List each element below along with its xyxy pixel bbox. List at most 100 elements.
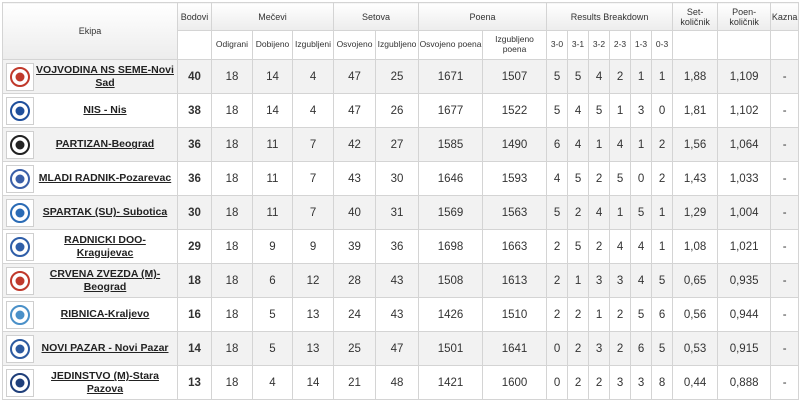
result-3-1-cell: 2 bbox=[567, 297, 590, 332]
header-penalty-sub bbox=[770, 30, 800, 60]
result-3-1-cell: 5 bbox=[567, 229, 590, 264]
result-0-3-cell: 5 bbox=[651, 331, 674, 366]
sets-won-cell: 47 bbox=[333, 93, 377, 128]
radnicki-logo[interactable] bbox=[6, 232, 34, 261]
result-3-0-cell: 2 bbox=[546, 297, 569, 332]
header-point-ratio-sub bbox=[717, 30, 772, 60]
result-3-2-cell: 2 bbox=[588, 365, 611, 400]
sets-lost-cell: 43 bbox=[375, 263, 420, 298]
played-cell: 18 bbox=[211, 127, 253, 162]
team-name-link[interactable]: NIS - Nis bbox=[36, 104, 174, 116]
lost-cell: 13 bbox=[291, 331, 335, 366]
crvena-zvezda-logo[interactable] bbox=[6, 266, 34, 295]
result-3-2-cell: 5 bbox=[588, 93, 611, 128]
point-ratio-cell: 1,021 bbox=[717, 229, 772, 264]
header-sets-won[interactable]: Osvojeno bbox=[333, 30, 377, 60]
sets-won-cell: 43 bbox=[333, 161, 377, 196]
played-cell: 18 bbox=[211, 59, 253, 94]
jedinstvo-logo[interactable] bbox=[6, 368, 34, 397]
sets-won-cell: 47 bbox=[333, 59, 377, 94]
points-cell: 38 bbox=[177, 93, 212, 128]
team-cell: CRVENA ZVEZDA (M)-Beograd bbox=[2, 263, 178, 298]
points-lost-cell: 1563 bbox=[482, 195, 548, 230]
header-result-1-3[interactable]: 1-3 bbox=[630, 30, 653, 60]
header-result-3-0[interactable]: 3-0 bbox=[546, 30, 569, 60]
header-points-lost[interactable]: Izgubljeno poena bbox=[482, 30, 548, 60]
set-ratio-cell: 0,44 bbox=[672, 365, 719, 400]
team-name-link[interactable]: PARTIZAN-Beograd bbox=[36, 138, 174, 150]
header-lost[interactable]: Izgubljeni bbox=[291, 30, 335, 60]
ribnica-logo[interactable] bbox=[6, 300, 34, 329]
point-ratio-cell: 0,935 bbox=[717, 263, 772, 298]
result-0-3-cell: 1 bbox=[651, 229, 674, 264]
table-row: NIS - Nis 38 18 14 4 47 26 1677 1522 5 4 5 1 3 0 1,81 1,… bbox=[2, 93, 800, 128]
won-cell: 4 bbox=[252, 365, 293, 400]
played-cell: 18 bbox=[211, 365, 253, 400]
lost-cell: 12 bbox=[291, 263, 335, 298]
header-result-3-2[interactable]: 3-2 bbox=[588, 30, 611, 60]
team-name-link[interactable]: VOJVODINA NS SEME-Novi Sad bbox=[36, 64, 174, 88]
won-cell: 14 bbox=[252, 93, 293, 128]
header-points-scored: Poena bbox=[418, 2, 548, 31]
team-name-link[interactable]: NOVI PAZAR - Novi Pazar bbox=[36, 342, 174, 354]
set-ratio-cell: 1,56 bbox=[672, 127, 719, 162]
team-name-link[interactable]: RIBNICA-Kraljevo bbox=[36, 308, 174, 320]
points-lost-cell: 1641 bbox=[482, 331, 548, 366]
table-row: JEDINSTVO (M)-Stara Pazova 13 18 4 14 21 48 142… bbox=[2, 365, 800, 400]
header-point-ratio[interactable]: Poen-količnik bbox=[717, 2, 772, 31]
lost-cell: 13 bbox=[291, 297, 335, 332]
played-cell: 18 bbox=[211, 263, 253, 298]
header-points-won[interactable]: Osvojeno poena bbox=[418, 30, 484, 60]
points-won-cell: 1421 bbox=[418, 365, 484, 400]
header-points[interactable]: Bodovi bbox=[177, 2, 212, 31]
points-won-cell: 1585 bbox=[418, 127, 484, 162]
lost-cell: 4 bbox=[291, 59, 335, 94]
novi-pazar-logo[interactable] bbox=[6, 334, 34, 363]
header-sets-lost[interactable]: Izgubljeno bbox=[375, 30, 420, 60]
spartak-logo[interactable] bbox=[6, 198, 34, 227]
won-cell: 6 bbox=[252, 263, 293, 298]
result-1-3-cell: 3 bbox=[630, 365, 653, 400]
header-result-2-3[interactable]: 2-3 bbox=[609, 30, 632, 60]
result-3-2-cell: 1 bbox=[588, 127, 611, 162]
team-name-link[interactable]: JEDINSTVO (M)-Stara Pazova bbox=[36, 370, 174, 394]
team-cell: NIS - Nis bbox=[2, 93, 178, 128]
result-2-3-cell: 1 bbox=[609, 93, 632, 128]
result-3-1-cell: 2 bbox=[567, 365, 590, 400]
vojvodina-logo[interactable] bbox=[6, 62, 34, 91]
result-3-1-cell: 5 bbox=[567, 59, 590, 94]
header-played[interactable]: Odigrani bbox=[211, 30, 253, 60]
header-team[interactable]: Ekipa bbox=[2, 2, 178, 60]
nis-logo[interactable] bbox=[6, 96, 34, 125]
standings-table: Ekipa Bodovi Mečevi Setova Poena Results… bbox=[2, 2, 800, 400]
team-name-link[interactable]: SPARTAK (SU)- Subotica bbox=[36, 206, 174, 218]
mladi-radnik-logo[interactable] bbox=[6, 164, 34, 193]
result-2-3-cell: 5 bbox=[609, 161, 632, 196]
team-name-link[interactable]: CRVENA ZVEZDA (M)-Beograd bbox=[36, 268, 174, 292]
points-won-cell: 1646 bbox=[418, 161, 484, 196]
point-ratio-cell: 1,064 bbox=[717, 127, 772, 162]
table-row: MLADI RADNIK-Pozarevac 36 18 11 7 43 30 1646 159… bbox=[2, 161, 800, 196]
result-2-3-cell: 2 bbox=[609, 331, 632, 366]
header-won[interactable]: Dobijeno bbox=[252, 30, 293, 60]
standings-body: VOJVODINA NS SEME-Novi Sad 40 18 14 4 47 25 167… bbox=[2, 59, 800, 400]
header-result-3-1[interactable]: 3-1 bbox=[567, 30, 590, 60]
points-won-cell: 1501 bbox=[418, 331, 484, 366]
result-3-2-cell: 1 bbox=[588, 297, 611, 332]
won-cell: 11 bbox=[252, 127, 293, 162]
sets-won-cell: 24 bbox=[333, 297, 377, 332]
result-2-3-cell: 2 bbox=[609, 297, 632, 332]
points-cell: 13 bbox=[177, 365, 212, 400]
penalty-cell: - bbox=[770, 365, 800, 400]
played-cell: 18 bbox=[211, 195, 253, 230]
team-name-link[interactable]: MLADI RADNIK-Pozarevac bbox=[36, 172, 174, 184]
header-set-ratio-sub bbox=[672, 30, 719, 60]
header-penalty[interactable]: Kazna bbox=[770, 2, 800, 31]
result-3-0-cell: 0 bbox=[546, 365, 569, 400]
team-name-link[interactable]: RADNICKI DOO-Kragujevac bbox=[36, 234, 174, 258]
partizan-logo[interactable] bbox=[6, 130, 34, 159]
sets-lost-cell: 26 bbox=[375, 93, 420, 128]
header-result-0-3[interactable]: 0-3 bbox=[651, 30, 674, 60]
table-row: CRVENA ZVEZDA (M)-Beograd 18 18 6 12 28 43 1508… bbox=[2, 263, 800, 298]
header-set-ratio[interactable]: Set-količnik bbox=[672, 2, 719, 31]
